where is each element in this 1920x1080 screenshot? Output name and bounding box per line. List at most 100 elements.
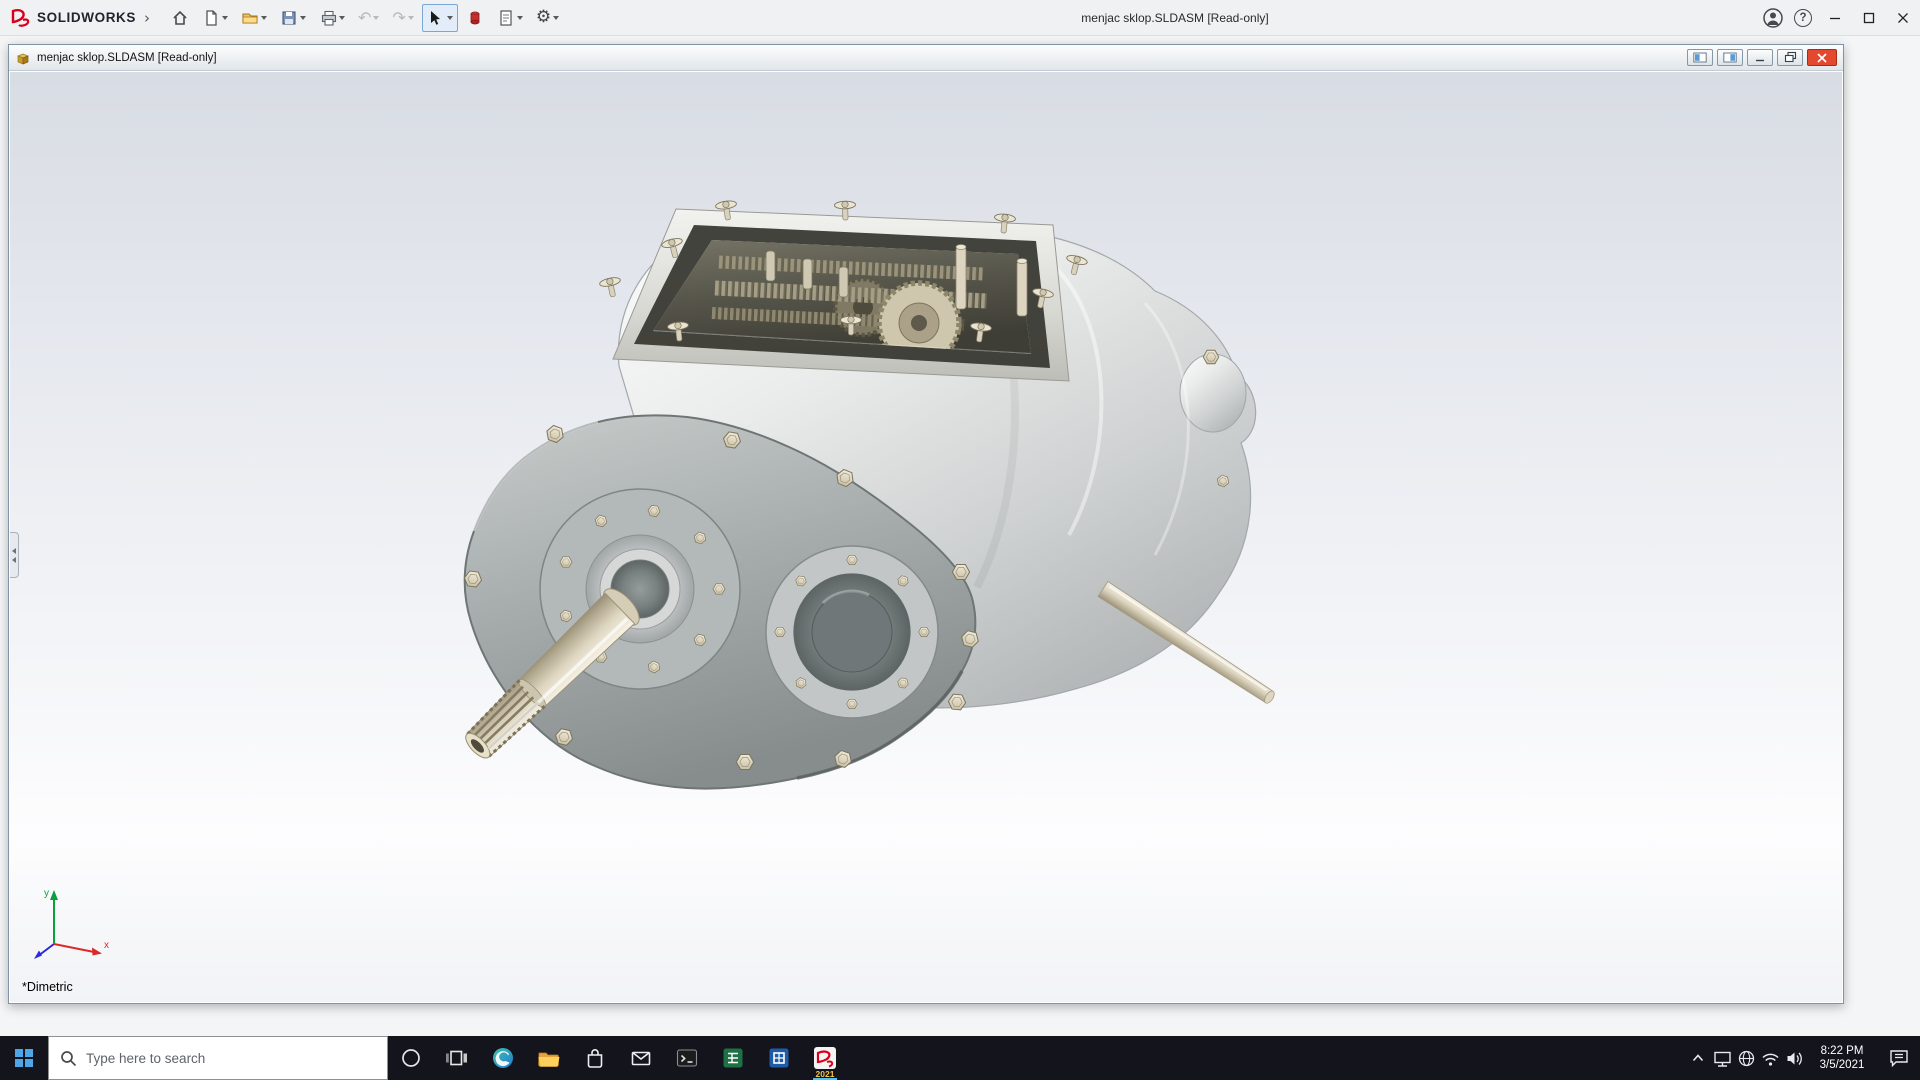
restore-icon — [1784, 51, 1796, 63]
save-button[interactable] — [275, 4, 311, 32]
select-cursor-icon — [430, 10, 440, 25]
action-center-button[interactable] — [1878, 1036, 1920, 1080]
help-icon: ? — [1794, 8, 1812, 27]
document-minimize-button[interactable] — [1747, 49, 1773, 66]
tray-display-button[interactable] — [1710, 1036, 1734, 1080]
app-title: menjac sklop.SLDASM [Read-only] — [1081, 11, 1269, 25]
orientation-triad[interactable]: x y — [24, 882, 114, 972]
help-button[interactable]: ? — [1788, 0, 1818, 36]
action-center-icon — [1890, 1050, 1908, 1068]
account-button[interactable] — [1758, 0, 1788, 36]
panel-collapse-handle[interactable] — [10, 532, 19, 578]
taskbar-search[interactable]: Type here to search — [48, 1036, 388, 1080]
taskbar-mail-button[interactable] — [618, 1036, 664, 1080]
titlebar-right-controls: ? — [1758, 0, 1920, 36]
redo-button[interactable]: ↷ — [387, 4, 418, 32]
document-window-buttons — [1687, 49, 1837, 66]
app-minimize-button[interactable] — [1818, 0, 1852, 36]
taskbar-solidworks-button[interactable]: 2021 — [802, 1036, 848, 1080]
undo-icon: ↶ — [358, 7, 372, 27]
task-view-icon — [446, 1050, 467, 1066]
taskbar-terminal-button[interactable] — [664, 1036, 710, 1080]
home-button[interactable] — [166, 4, 194, 32]
document-close-button[interactable] — [1807, 49, 1837, 66]
new-document-caret-icon[interactable] — [222, 15, 228, 20]
solidworks-logo-icon — [11, 8, 30, 27]
open-caret-icon[interactable] — [261, 15, 267, 20]
file-properties-caret-icon[interactable] — [516, 15, 523, 20]
tray-network-button[interactable] — [1734, 1036, 1758, 1080]
speaker-icon — [1787, 1052, 1802, 1065]
document-titlebar[interactable]: menjac sklop.SLDASM [Read-only] — [9, 45, 1843, 71]
app-close-button[interactable] — [1886, 0, 1920, 36]
red-tool-button[interactable] — [461, 4, 489, 32]
menu-expand-chevron-icon[interactable]: › — [144, 9, 150, 27]
collapse-arrow-icon — [12, 547, 16, 554]
globe-icon — [1738, 1050, 1754, 1066]
gearbox-3d-model[interactable] — [421, 151, 1321, 831]
new-document-icon — [206, 9, 217, 26]
red-cylinder-icon — [470, 11, 480, 24]
app-titlebar: SOLIDWORKS › ↶ ↷ ⚙ menjac sklop.SLDASM [… — [0, 0, 1920, 36]
home-icon — [173, 10, 187, 25]
save-caret-icon[interactable] — [300, 15, 306, 20]
print-button[interactable] — [314, 4, 350, 32]
app-maximize-button[interactable] — [1852, 0, 1886, 36]
print-icon — [321, 10, 337, 26]
document-title: menjac sklop.SLDASM [Read-only] — [37, 51, 217, 64]
system-tray: 8:22 PM 3/5/2021 — [1686, 1036, 1920, 1080]
taskbar-edge-button[interactable] — [480, 1036, 526, 1080]
taskbar-green-app-button[interactable] — [710, 1036, 756, 1080]
close-icon — [1817, 52, 1827, 63]
file-properties-button[interactable] — [492, 4, 528, 32]
open-folder-icon — [242, 12, 258, 24]
clock-time: 8:22 PM — [1820, 1045, 1864, 1057]
undo-button[interactable]: ↶ — [353, 4, 384, 32]
redo-icon: ↷ — [392, 7, 406, 27]
minimize-icon — [1830, 17, 1840, 19]
window-tile-button-2[interactable] — [1717, 49, 1743, 66]
document-window: menjac sklop.SLDASM [Read-only] x y *Dim… — [8, 44, 1844, 1004]
tray-volume-button[interactable] — [1782, 1036, 1806, 1080]
taskbar-clock[interactable]: 8:22 PM 3/5/2021 — [1806, 1044, 1878, 1072]
window-tile-button-1[interactable] — [1687, 49, 1713, 66]
taskbar-file-explorer-button[interactable] — [526, 1036, 572, 1080]
blue-app-icon — [769, 1048, 789, 1068]
tile-left-icon — [1693, 52, 1707, 63]
redo-caret-icon[interactable] — [407, 15, 414, 20]
document-restore-button[interactable] — [1777, 49, 1803, 66]
terminal-icon — [676, 1049, 698, 1067]
solidworks-logo: SOLIDWORKS — [0, 7, 136, 29]
user-avatar-icon — [1763, 7, 1783, 28]
new-document-button[interactable] — [197, 4, 233, 32]
edge-icon — [493, 1048, 513, 1068]
open-button[interactable] — [236, 4, 272, 32]
select-tool-button[interactable] — [421, 3, 458, 32]
tray-wifi-button[interactable] — [1758, 1036, 1782, 1080]
graphics-viewport[interactable]: x y *Dimetric — [10, 72, 1842, 1002]
clock-date: 3/5/2021 — [1819, 1059, 1865, 1071]
taskbar-blue-app-button[interactable] — [756, 1036, 802, 1080]
cortana-button[interactable] — [388, 1036, 434, 1080]
tray-overflow-button[interactable] — [1686, 1036, 1710, 1080]
store-icon — [587, 1049, 603, 1068]
cortana-icon — [402, 1049, 420, 1067]
undo-caret-icon[interactable] — [373, 15, 380, 20]
mail-icon — [631, 1051, 651, 1066]
wifi-icon — [1761, 1053, 1779, 1066]
triad-y-label: y — [44, 888, 49, 899]
collapse-arrow-icon — [12, 556, 16, 563]
taskbar-store-button[interactable] — [572, 1036, 618, 1080]
task-view-button[interactable] — [434, 1036, 480, 1080]
green-app-icon — [723, 1048, 743, 1068]
monitor-icon — [1713, 1051, 1731, 1067]
start-button[interactable] — [0, 1036, 48, 1080]
close-icon — [1898, 12, 1908, 23]
maximize-icon — [1863, 12, 1875, 23]
file-properties-icon — [500, 9, 512, 26]
print-caret-icon[interactable] — [339, 15, 345, 20]
solidworks-app-icon — [814, 1047, 836, 1069]
options-caret-icon[interactable] — [553, 15, 560, 20]
options-button[interactable]: ⚙ — [531, 4, 564, 32]
select-caret-icon[interactable] — [446, 15, 453, 20]
